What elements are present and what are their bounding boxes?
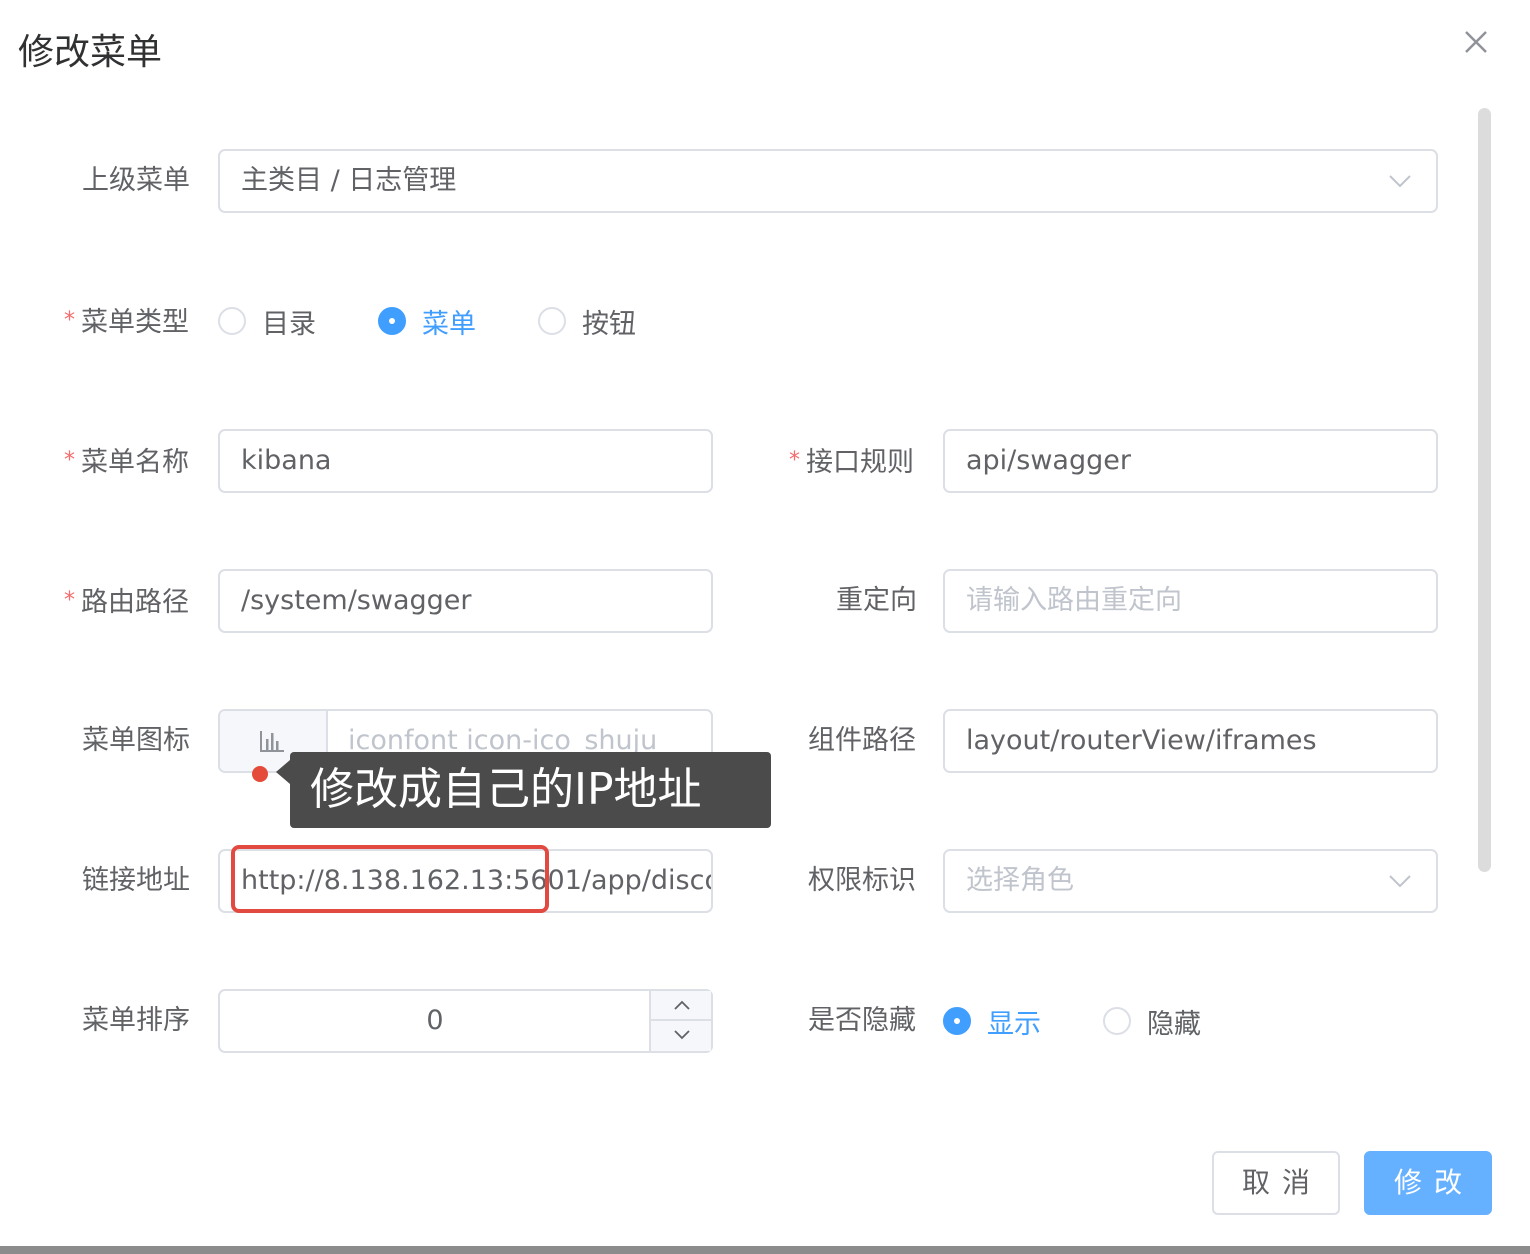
close-icon[interactable] [1458,24,1494,60]
decrease-button[interactable] [651,1021,713,1051]
chevron-down-icon [674,1030,690,1040]
radio-circle [218,307,246,335]
menu-name-label: * 菜单名称 [64,447,189,478]
cancel-button[interactable]: 取消 [1212,1151,1340,1215]
dialog-title: 修改菜单 [18,32,163,73]
annotation-dot [252,766,268,782]
radio-circle [1103,1007,1131,1035]
menu-name-input[interactable]: kibana [218,429,713,493]
menu-sort-label: 菜单排序 [82,1005,190,1036]
radio-circle [943,1007,971,1035]
radio-circle [538,307,566,335]
tooltip-arrow [276,760,290,784]
redirect-input[interactable]: 请输入路由重定向 [943,569,1438,633]
radio-show[interactable]: 显示 [943,1001,1041,1041]
redirect-label: 重定向 [836,585,917,616]
ip-highlight-box [231,845,549,913]
radio-hide[interactable]: 隐藏 [1103,1001,1201,1041]
component-path-input[interactable]: layout/routerView/iframes [943,709,1438,773]
route-path-input[interactable]: /system/swagger [218,569,713,633]
bar-chart-icon [260,731,284,752]
scrollbar-thumb[interactable] [1478,108,1491,872]
radio-menu[interactable]: 菜单 [378,301,476,341]
annotation-tooltip: 修改成自己的IP地址 [290,752,771,828]
link-url-label: 链接地址 [82,865,190,896]
menu-sort-stepper[interactable]: 0 [218,989,713,1053]
redirect-placeholder: 请输入路由重定向 [966,585,1182,616]
menu-type-label: * 菜单类型 [64,307,189,338]
hidden-radio-group: 显示 隐藏 [943,1001,1243,1041]
radio-circle [378,307,406,335]
submit-button[interactable]: 修改 [1364,1151,1492,1215]
api-rule-label: * 接口规则 [789,447,914,478]
increase-button[interactable] [651,991,713,1021]
api-rule-input[interactable]: api/swagger [943,429,1438,493]
parent-menu-label: 上级菜单 [82,165,190,196]
menu-sort-value[interactable]: 0 [220,991,650,1051]
parent-menu-select[interactable]: 主类目 / 日志管理 [218,149,1438,213]
chevron-up-icon [674,1000,690,1010]
chevron-down-icon [1389,175,1411,188]
parent-menu-value: 主类目 / 日志管理 [241,165,457,196]
menu-type-radio-group: 目录 菜单 按钮 [218,301,678,341]
menu-icon-label: 菜单图标 [82,725,190,756]
route-path-label: * 路由路径 [64,587,189,618]
component-path-label: 组件路径 [808,725,916,756]
permission-placeholder: 选择角色 [966,865,1074,896]
required-mark: * [64,308,75,333]
edit-menu-dialog: 修改菜单 上级菜单 主类目 / 日志管理 * 菜单类型 目录 菜单 按钮 * 菜… [0,0,1530,1246]
permission-label: 权限标识 [808,865,916,896]
backdrop-edge [0,1246,1530,1254]
chevron-down-icon [1389,875,1411,888]
radio-button[interactable]: 按钮 [538,301,636,341]
radio-directory[interactable]: 目录 [218,301,316,341]
stepper-controls [649,991,713,1051]
permission-select[interactable]: 选择角色 [943,849,1438,913]
hidden-label: 是否隐藏 [808,1005,916,1036]
